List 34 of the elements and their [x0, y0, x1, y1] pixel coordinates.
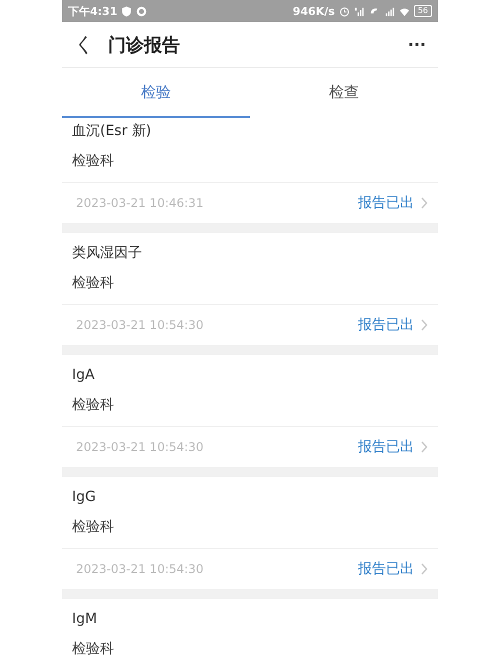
chevron-icon	[420, 319, 428, 331]
report-status[interactable]: 报告已出	[358, 194, 414, 212]
department: 检验科	[62, 385, 438, 427]
more-button[interactable]: ···	[408, 35, 426, 54]
report-datetime: 2023-03-21 10:54:30	[75, 562, 204, 576]
shield-icon	[121, 6, 132, 16]
wifi-icon	[398, 6, 410, 16]
network-speed: 946K/s	[292, 4, 335, 18]
report-name: IgM	[72, 610, 98, 629]
ring-icon	[136, 6, 148, 16]
report-datetime: 2023-03-21 10:54:30	[75, 318, 204, 332]
report-datetime: 2023-03-21 10:54:30	[75, 440, 204, 454]
back-button[interactable]: く	[74, 31, 94, 58]
department: 检验科	[62, 507, 438, 549]
report-name: IgA	[72, 366, 96, 385]
report-name: 血沉(Esr 新)	[72, 122, 152, 141]
report-name: IgG	[72, 488, 97, 507]
report-status[interactable]: 报告已出	[358, 560, 414, 578]
report-name: 类风湿因子	[72, 244, 143, 263]
report-datetime: 2023-03-21 10:46:31	[75, 196, 204, 210]
clock: 下午4:31	[68, 4, 118, 18]
signal-icon	[354, 6, 365, 16]
report-status[interactable]: 报告已出	[358, 316, 414, 334]
battery-icon: 56	[414, 5, 432, 17]
chevron-icon	[420, 563, 428, 575]
department: 检验科	[62, 629, 438, 667]
chevron-icon	[420, 197, 428, 209]
report-status[interactable]: 报告已出	[358, 438, 414, 456]
alarm-icon	[338, 6, 350, 16]
department: 检验科	[62, 141, 438, 183]
chevron-icon	[420, 441, 428, 453]
department: 检验科	[62, 263, 438, 305]
page-title: 门诊报告	[108, 34, 181, 56]
signal-icon	[384, 6, 395, 16]
